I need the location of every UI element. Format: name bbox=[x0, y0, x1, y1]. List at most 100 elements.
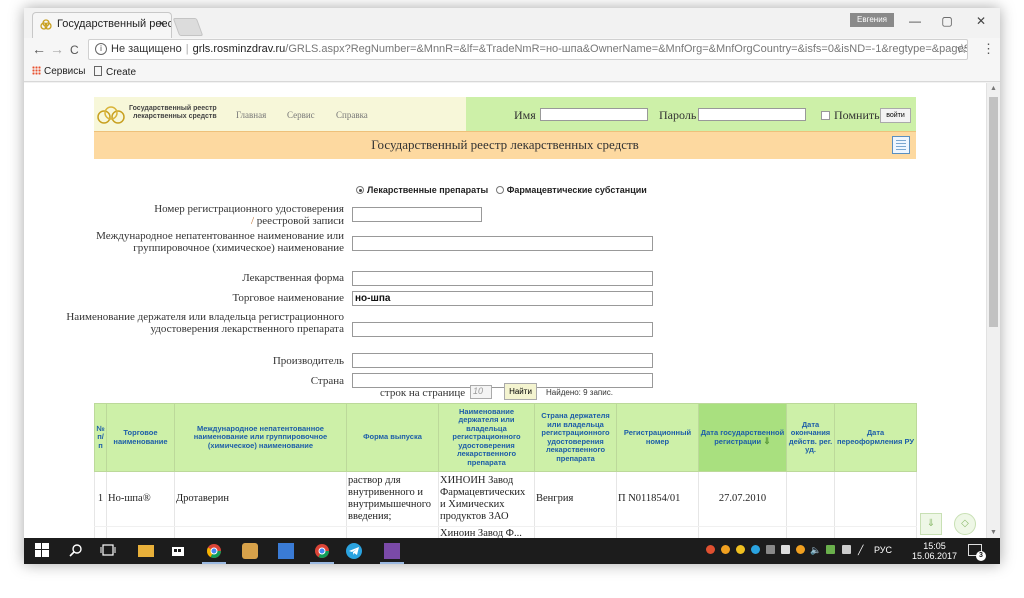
window-close-icon[interactable]: ✕ bbox=[974, 14, 988, 28]
tab-title: Государственный реестр bbox=[57, 18, 172, 30]
cell-trade-name[interactable]: Но-шпа® bbox=[106, 471, 175, 527]
tray-app-icon[interactable] bbox=[736, 545, 745, 554]
col-inn[interactable]: Международное непатентованное наименован… bbox=[174, 403, 347, 472]
remote-desktop-icon[interactable] bbox=[278, 543, 294, 559]
chrome-icon[interactable] bbox=[202, 543, 226, 564]
page-viewport: Государственный реестр лекарственных сре… bbox=[24, 83, 986, 538]
tray-app-icon[interactable] bbox=[796, 545, 805, 554]
network-icon[interactable]: ╱ bbox=[858, 545, 863, 556]
nav-service[interactable]: Сервис bbox=[287, 110, 315, 120]
page-scrollbar[interactable]: ▲ ▼ bbox=[986, 83, 1000, 538]
new-tab-button[interactable] bbox=[172, 18, 204, 36]
shield-icon[interactable]: ◇ bbox=[954, 513, 976, 535]
forward-icon[interactable]: → bbox=[50, 41, 64, 57]
chrome-profile-icon[interactable] bbox=[310, 543, 334, 564]
col-release-form[interactable]: Форма выпуска bbox=[346, 403, 439, 472]
tray-app-icon[interactable] bbox=[706, 545, 715, 554]
table-row[interactable]: Хиноин Завод Ф... bbox=[94, 526, 917, 538]
col-expiry-date[interactable]: Дата окончания действ. рег. уд. bbox=[786, 403, 835, 472]
name-input[interactable] bbox=[540, 108, 648, 121]
reg-number-label: Номер регистрационного удостоверения / р… bbox=[154, 203, 344, 227]
reg-number-input[interactable] bbox=[352, 207, 482, 222]
cell-expiry-date bbox=[786, 471, 835, 527]
clock[interactable]: 15:05 15.06.2017 bbox=[912, 541, 957, 561]
holder-label: Наименование держателя или владельца рег… bbox=[66, 311, 344, 335]
scroll-up-icon[interactable]: ▲ bbox=[990, 85, 997, 92]
col-number[interactable]: № п/п bbox=[94, 403, 107, 472]
col-reg-number[interactable]: Регистрационный номер bbox=[616, 403, 699, 472]
telegram-icon[interactable] bbox=[346, 543, 362, 559]
app-icon[interactable] bbox=[242, 543, 258, 559]
tray-battery-icon[interactable] bbox=[842, 545, 851, 554]
scroll-down-button[interactable]: ⇓ bbox=[920, 513, 942, 535]
country-input[interactable] bbox=[352, 373, 653, 388]
tray-app-icon[interactable] bbox=[826, 545, 835, 554]
cell-holder-country: Венгрия bbox=[534, 471, 617, 527]
cell-reg-date: 27.07.2010 bbox=[698, 471, 787, 527]
password-input[interactable] bbox=[698, 108, 806, 121]
sort-down-icon: ⇓ bbox=[763, 436, 771, 446]
maximize-icon[interactable]: ▢ bbox=[940, 14, 954, 28]
tray-app-icon[interactable] bbox=[766, 545, 775, 554]
inn-label: Международное непатентованное наименован… bbox=[96, 230, 344, 254]
back-icon[interactable]: ← bbox=[32, 41, 46, 57]
scroll-down-icon[interactable]: ▼ bbox=[990, 529, 997, 536]
radio-substances[interactable]: Фармацевтические субстанции bbox=[495, 185, 647, 195]
table-row[interactable]: 1 Но-шпа® Дротаверин раствор для внутрив… bbox=[94, 471, 917, 527]
bookmark-apps[interactable]: Сервисы bbox=[32, 66, 85, 77]
store-icon[interactable] bbox=[170, 543, 186, 559]
profile-badge[interactable]: Евгения bbox=[850, 13, 894, 27]
col-reg-date[interactable]: Дата государственной регистрации ⇓ bbox=[698, 403, 787, 472]
inn-input[interactable] bbox=[352, 236, 653, 251]
remember-checkbox[interactable]: Помнить bbox=[821, 108, 880, 123]
tab-close-icon[interactable]: × bbox=[159, 18, 165, 30]
tab-active[interactable]: Государственный реестр × bbox=[32, 12, 172, 38]
radio-drugs[interactable]: Лекарственные препараты bbox=[356, 185, 488, 195]
browser-toolbar: ← → C i Не защищено | grls.rosminzdrav.ru/G… bbox=[24, 38, 1000, 62]
task-view-icon[interactable] bbox=[100, 543, 116, 559]
holder-input[interactable] bbox=[352, 322, 653, 337]
tray-app-icon[interactable] bbox=[721, 545, 730, 554]
trade-name-label: Торговое наименование bbox=[232, 292, 345, 304]
password-label: Пароль bbox=[659, 108, 697, 122]
page-title: Государственный реестр лекарственных сре… bbox=[94, 131, 916, 159]
search-icon[interactable] bbox=[68, 543, 84, 559]
site-info-icon[interactable]: i bbox=[95, 43, 107, 56]
col-holder[interactable]: Наименование держателя или владельца рег… bbox=[438, 403, 535, 472]
excel-export-icon[interactable] bbox=[892, 136, 910, 154]
col-holder-country[interactable]: Страна держателя или владельца регистрац… bbox=[534, 403, 617, 472]
dosage-form-input[interactable] bbox=[352, 271, 653, 286]
col-trade-name[interactable]: Торговое наименование bbox=[106, 403, 175, 472]
page-size-input[interactable]: 10 bbox=[470, 385, 492, 399]
login-button[interactable]: войти bbox=[880, 108, 911, 123]
volume-icon[interactable]: 🔈 bbox=[810, 545, 821, 556]
security-label: Не защищено bbox=[111, 43, 182, 55]
tray-cloud-icon[interactable] bbox=[781, 545, 790, 554]
page-size-label: строк на странице bbox=[380, 387, 466, 399]
scrollbar-thumb[interactable] bbox=[989, 97, 998, 327]
tray-telegram-icon[interactable] bbox=[751, 545, 760, 554]
bookmark-create[interactable]: Create bbox=[94, 66, 136, 78]
start-icon[interactable] bbox=[34, 543, 50, 559]
language-indicator[interactable]: РУС bbox=[874, 545, 892, 555]
find-button[interactable]: Найти bbox=[504, 383, 537, 400]
col-reissue-date[interactable]: Дата переоформления РУ bbox=[834, 403, 917, 472]
trade-name-input[interactable]: но-шпа bbox=[352, 291, 653, 306]
browser-menu-icon[interactable]: ⋮ bbox=[982, 41, 995, 57]
notification-icon[interactable]: 3 bbox=[968, 544, 986, 561]
country-label: Страна bbox=[310, 375, 344, 387]
minimize-icon[interactable]: — bbox=[908, 14, 922, 28]
dosage-form-label: Лекарственная форма bbox=[242, 272, 344, 284]
manufacturer-input[interactable] bbox=[352, 353, 653, 368]
logo-text: Государственный реестр лекарственных сре… bbox=[129, 105, 217, 120]
nav-home[interactable]: Главная bbox=[236, 110, 266, 120]
bookmarks-bar: Сервисы Create bbox=[24, 62, 1000, 82]
cell-holder: Хиноин Завод Ф... bbox=[438, 526, 535, 538]
winrar-icon[interactable] bbox=[380, 543, 404, 564]
address-bar[interactable]: i Не защищено | grls.rosminzdrav.ru/GRLS.as… bbox=[88, 39, 968, 60]
cell-release-form: раствор для внутривенного и внутримышечн… bbox=[346, 471, 439, 527]
file-explorer-icon[interactable] bbox=[138, 545, 154, 557]
nav-help[interactable]: Справка bbox=[336, 110, 368, 120]
reload-icon[interactable]: C bbox=[70, 43, 79, 57]
bookmark-star-icon[interactable]: ☆ bbox=[956, 41, 968, 57]
